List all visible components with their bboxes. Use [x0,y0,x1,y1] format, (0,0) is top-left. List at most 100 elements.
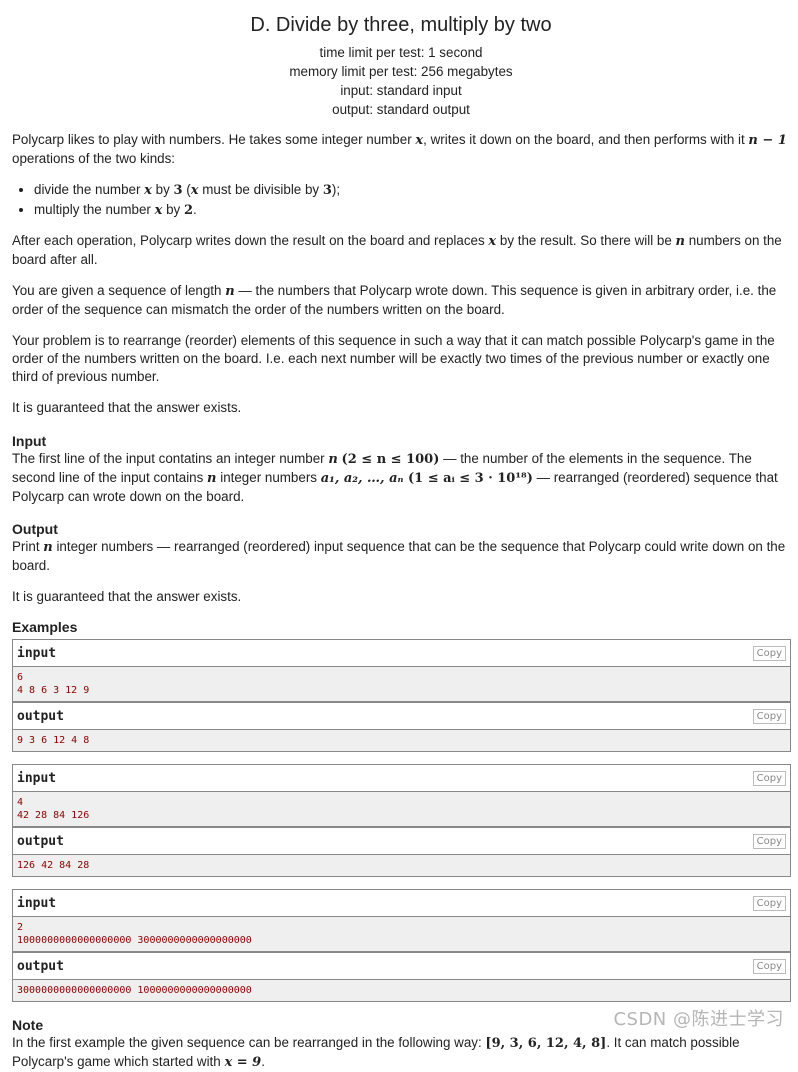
example-output-content[interactable]: 9 3 6 12 4 8 [13,730,790,751]
output-specification: Print n integer numbers — rearranged (re… [12,538,790,575]
legend-paragraph-5: It is guaranteed that the answer exists. [12,400,242,415]
text: by [162,202,184,217]
example-input-content[interactable]: 4 42 28 84 126 [13,792,790,826]
copy-button[interactable]: Copy [752,958,786,974]
example-test: input Copy 6 4 8 6 3 12 9 output Copy 9 … [12,639,791,752]
input-line: 2 [17,922,24,933]
example-test: input Copy 2 1000000000000000000 3000000… [12,889,791,1002]
text: . [261,1054,265,1069]
math-n: n [207,471,217,486]
example-output: output Copy 126 42 84 28 [13,828,790,876]
example-output-content[interactable]: 126 42 84 28 [13,855,790,876]
copy-button[interactable]: Copy [752,708,786,724]
note-text: In the first example the given sequence … [12,1034,790,1072]
problem-header: D. Divide by three, multiply by two time… [12,0,790,119]
text: . [192,202,197,217]
math-n-minus-1: n − 1 [748,133,787,148]
legend-paragraph-2: After each operation, Polycarp writes do… [12,232,790,269]
list-item: divide the number x by 3 (x must be divi… [34,180,790,200]
input-line: 4 8 6 3 12 9 [17,685,90,696]
example-input-header: input Copy [13,765,790,792]
text: After each operation, Polycarp writes do… [12,233,489,248]
problem-statement: D. Divide by three, multiply by two time… [0,0,798,1072]
example-input: input Copy 6 4 8 6 3 12 9 [13,640,790,703]
math-x: x [190,183,199,198]
copy-button[interactable]: Copy [752,895,786,911]
copy-button[interactable]: Copy [752,833,786,849]
text: multiply the number [34,202,155,217]
example-output-header: output Copy [13,953,790,980]
csdn-watermark: CSDN @陈进士学习 [613,1009,784,1030]
input-specification: The first line of the input contatins an… [12,450,790,506]
time-limit: time limit per test: 1 second [319,45,483,60]
example-output-content[interactable]: 3000000000000000000 1000000000000000000 [13,980,790,1001]
math-sequence: [9, 3, 6, 12, 4, 8] [485,1036,607,1051]
text: The first line of the input contatins an… [12,451,329,466]
text: ); [331,182,341,197]
output-file: output: standard output [332,102,470,117]
math-x-equals-9: x = 9 [224,1055,262,1070]
input-section-title: Input [12,433,47,449]
input-label: input [17,645,57,661]
input-label: input [17,770,57,786]
text: You are given a sequence of length [12,283,226,298]
operations-list: divide the number x by 3 (x must be divi… [12,180,790,220]
example-input-header: input Copy [13,890,790,917]
example-output-header: output Copy [13,703,790,730]
math-range-a: (1 ≤ aᵢ ≤ 3 · 10¹⁸) [403,471,533,486]
text: must be divisible by [198,182,323,197]
example-output-header: output Copy [13,828,790,855]
text: by [151,182,174,197]
input-line: 4 [17,797,24,808]
text: ( [182,182,191,197]
example-input-content[interactable]: 6 4 8 6 3 12 9 [13,667,790,701]
example-input-content[interactable]: 2 1000000000000000000 300000000000000000… [13,917,790,951]
math-n: n [225,284,235,299]
example-input-header: input Copy [13,640,790,667]
problem-title: D. Divide by three, multiply by two [250,14,552,36]
example-output: output Copy 9 3 6 12 4 8 [13,703,790,751]
input-line: 6 [17,672,24,683]
text: In the first example the given sequence … [12,1035,486,1050]
text: Polycarp likes to play with numbers. He … [12,132,416,147]
output-label: output [17,958,64,974]
text: operations of the two kinds: [12,151,176,166]
math-n: n [43,540,53,555]
input-file: input: standard input [340,83,462,98]
text: by the result. So there will be [496,233,676,248]
output-guarantee: It is guaranteed that the answer exists. [12,589,242,604]
input-label: input [17,895,57,911]
example-output: output Copy 3000000000000000000 10000000… [13,953,790,1001]
examples-list: input Copy 6 4 8 6 3 12 9 output Copy 9 … [12,639,791,1002]
text: Print [12,539,44,554]
memory-limit: memory limit per test: 256 megabytes [289,64,513,79]
copy-button[interactable]: Copy [752,770,786,786]
example-test: input Copy 4 42 28 84 126 output Copy 12… [12,764,791,877]
output-line: 9 3 6 12 4 8 [17,735,90,746]
example-input: input Copy 4 42 28 84 126 [13,765,790,828]
math-x: x [488,234,497,249]
math-x: x [144,183,152,198]
math-x: x [415,133,424,148]
text: integer numbers [216,470,321,485]
text: divide the number [34,182,145,197]
text: integer numbers — rearranged (reordered)… [12,539,786,573]
copy-button[interactable]: Copy [752,645,786,661]
legend-paragraph-3: You are given a sequence of length n — t… [12,282,790,319]
math-3: 3 [173,183,183,198]
text: , writes it down on the board, and then … [423,132,749,147]
examples-title: Examples [12,619,78,635]
output-label: output [17,833,64,849]
math-3: 3 [322,183,332,198]
output-label: output [17,708,64,724]
output-line: 126 42 84 28 [17,860,90,871]
math-sequence: a₁, a₂, …, aₙ [320,471,404,486]
input-line: 1000000000000000000 3000000000000000000 [17,935,252,946]
math-2: 2 [183,203,193,218]
output-section-title: Output [12,521,58,537]
list-item: multiply the number x by 2. [34,200,790,220]
input-line: 42 28 84 126 [17,810,90,821]
math-n: n [328,452,338,467]
example-input: input Copy 2 1000000000000000000 3000000… [13,890,790,953]
math-range-n: (2 ≤ n ≤ 100) [341,452,440,467]
